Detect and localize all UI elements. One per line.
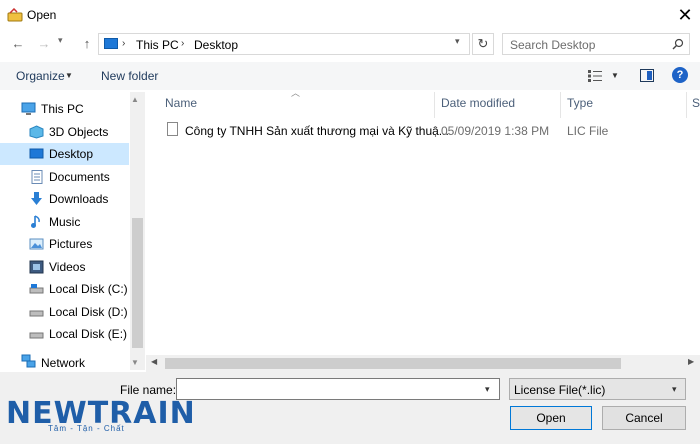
chevron-down-icon[interactable]: ▾ (672, 384, 677, 395)
network-icon (21, 354, 36, 368)
forward-arrow-icon[interactable]: → (35, 35, 53, 53)
back-arrow-icon[interactable]: ← (9, 35, 27, 53)
nav-item-label: Downloads (49, 192, 109, 206)
preview-pane-fill (647, 71, 652, 80)
pictures-icon (29, 238, 44, 250)
drive-icon (29, 332, 44, 339)
file-name-label: File name: (120, 383, 177, 397)
scroll-left-icon[interactable]: ◀ (151, 357, 157, 366)
nav-item-this-pc[interactable]: This PC (0, 98, 145, 120)
nav-item-music[interactable]: Music (0, 211, 145, 233)
file-name-input[interactable] (176, 378, 500, 400)
scroll-up-icon[interactable]: ▲ (131, 95, 139, 104)
nav-item-label: This PC (41, 102, 84, 116)
column-divider[interactable] (560, 92, 561, 118)
nav-item-label: Network (41, 356, 86, 370)
window-title: Open (27, 8, 57, 22)
downloads-icon (31, 192, 42, 205)
app-icon (7, 8, 23, 22)
nav-item-label: Local Disk (E:) (49, 327, 128, 341)
file-icon (167, 122, 178, 136)
breadcrumb-separator-icon[interactable]: › (122, 38, 125, 49)
open-button[interactable]: Open (510, 406, 592, 430)
computer-icon (21, 102, 36, 115)
nav-item-label: 3D Objects (49, 125, 109, 139)
computer-icon (104, 38, 118, 49)
nav-item-label: Local Disk (D:) (49, 305, 128, 319)
column-header-size[interactable]: Si (692, 96, 700, 110)
nav-item-local-disk-d[interactable]: Local Disk (D:) (0, 301, 145, 323)
music-icon (31, 215, 40, 228)
breadcrumb-this-pc[interactable]: This PC (136, 38, 179, 52)
close-button[interactable]: ✕ (672, 2, 698, 28)
nav-item-videos[interactable]: Videos (0, 256, 145, 278)
chevron-down-icon[interactable]: ▼ (65, 71, 73, 80)
recent-locations-chevron-icon[interactable]: ▾ (58, 35, 63, 46)
nav-item-label: Music (49, 215, 81, 229)
watermark-tagline: Tâm - Tận - Chất (48, 424, 125, 433)
new-folder-button[interactable]: New folder (101, 69, 158, 83)
3d-objects-icon (29, 125, 44, 139)
column-header-name[interactable]: Name (165, 96, 197, 110)
desktop-icon (29, 148, 44, 159)
drive-icon (29, 284, 44, 294)
sort-ascending-icon: ︿ (291, 88, 301, 98)
title-bar (0, 0, 700, 30)
nav-item-label: Documents (49, 170, 110, 184)
file-date-modified: 05/09/2019 1:38 PM (441, 124, 550, 138)
cancel-button[interactable]: Cancel (602, 406, 686, 430)
nav-item-label: Desktop (49, 147, 94, 161)
nav-item-label: Videos (49, 260, 86, 274)
column-header-type[interactable]: Type (567, 96, 593, 110)
nav-item-local-disk-e[interactable]: Local Disk (E:) (0, 323, 145, 345)
view-options-icon[interactable] (588, 70, 602, 82)
refresh-button[interactable]: ↻ (472, 33, 494, 55)
file-type-value[interactable]: License File(*.lic) (514, 383, 605, 397)
nav-item-network[interactable]: Network (0, 352, 145, 370)
horizontal-scrollbar-thumb[interactable] (165, 358, 621, 369)
file-type: LIC File (567, 124, 609, 138)
scroll-right-icon[interactable]: ▶ (688, 357, 694, 366)
drive-icon (29, 310, 44, 317)
search-icon[interactable] (672, 38, 684, 50)
nav-item-label: Local Disk (C:) (49, 282, 128, 296)
documents-icon (31, 170, 43, 184)
nav-item-desktop[interactable]: Desktop (0, 143, 129, 165)
column-divider[interactable] (434, 92, 435, 118)
nav-item-documents[interactable]: Documents (0, 166, 145, 188)
breadcrumb-desktop[interactable]: Desktop (194, 38, 238, 52)
chevron-down-icon[interactable]: ▾ (485, 384, 490, 395)
help-icon[interactable]: ? (672, 67, 688, 83)
column-header-date-modified[interactable]: Date modified (441, 96, 515, 110)
nav-item-3d-objects[interactable]: 3D Objects (0, 121, 145, 143)
column-divider[interactable] (686, 92, 687, 118)
organize-button[interactable]: Organize (16, 69, 65, 83)
up-arrow-icon[interactable]: ↑ (78, 35, 96, 53)
breadcrumb-separator-icon[interactable]: › (181, 38, 184, 49)
nav-item-label: Pictures (49, 237, 93, 251)
videos-icon (29, 260, 44, 274)
chevron-down-icon[interactable]: ▾ (455, 36, 460, 47)
nav-item-downloads[interactable]: Downloads (0, 188, 145, 210)
scroll-down-icon[interactable]: ▼ (131, 358, 139, 367)
chevron-down-icon[interactable]: ▼ (611, 71, 619, 80)
search-placeholder[interactable]: Search Desktop (510, 38, 595, 52)
nav-item-pictures[interactable]: Pictures (0, 233, 145, 255)
file-name[interactable]: Công ty TNHH Sản xuất thương mại và Kỹ t… (185, 124, 449, 138)
nav-scrollbar-thumb[interactable] (132, 218, 143, 348)
nav-item-local-disk-c[interactable]: Local Disk (C:) (0, 278, 145, 300)
